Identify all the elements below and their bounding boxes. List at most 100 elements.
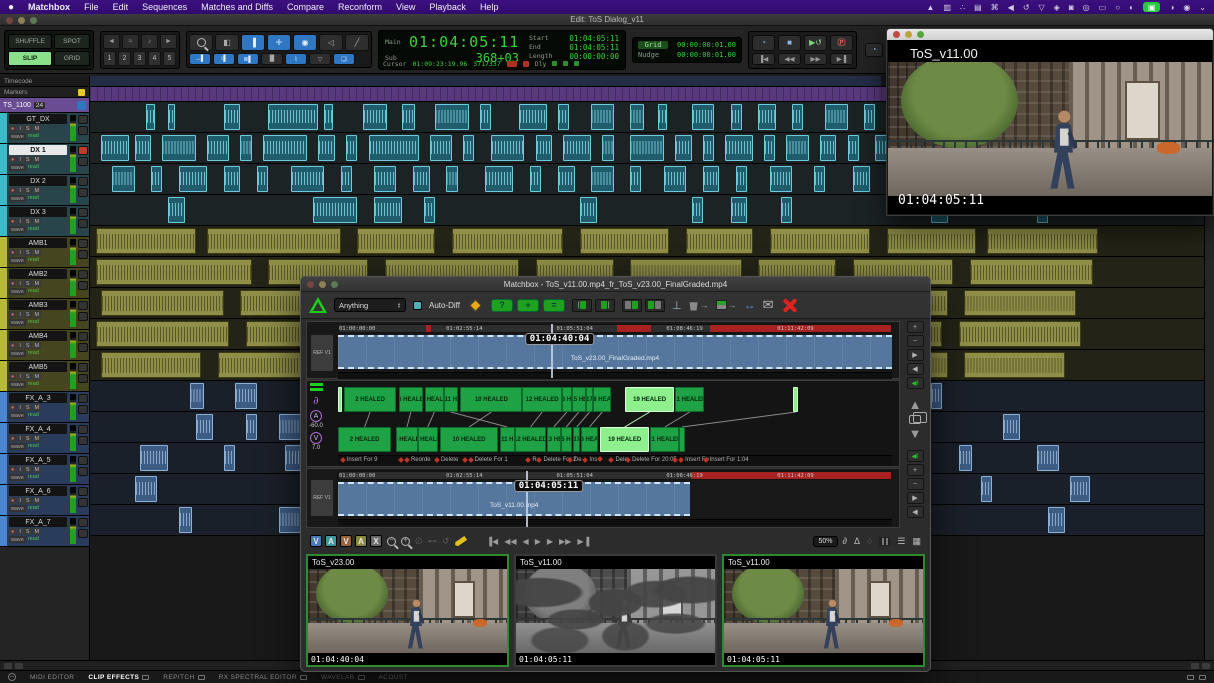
audio-clip[interactable] xyxy=(692,104,714,130)
audio-clip[interactable] xyxy=(430,135,452,161)
mute-button[interactable]: M xyxy=(33,435,42,442)
rewind-button[interactable]: ◀◀ xyxy=(778,53,801,65)
tools-crossed-icon[interactable] xyxy=(780,298,798,312)
diff-marker[interactable]: De xyxy=(568,457,582,463)
comparison-thumbnail-3[interactable]: ToS_v11.0001:04:05:11 xyxy=(722,554,925,667)
audio-clip[interactable] xyxy=(346,135,357,161)
dock-item-acoust[interactable]: ACOUST xyxy=(379,674,409,681)
input-monitor-button[interactable]: I xyxy=(17,249,23,256)
track-view-selector[interactable]: wave xyxy=(9,381,26,388)
audio-clip[interactable] xyxy=(814,166,825,192)
audio-clip[interactable] xyxy=(101,135,129,161)
audio-clip[interactable] xyxy=(703,135,714,161)
audio-clip[interactable] xyxy=(602,135,613,161)
audio-clip[interactable] xyxy=(770,228,870,254)
audio-clip[interactable] xyxy=(959,445,972,471)
healed-block[interactable]: 17 xyxy=(573,427,580,452)
healed-block[interactable]: 19 HEALED xyxy=(625,387,674,412)
menu-item-view[interactable]: View xyxy=(396,2,415,12)
zoom-icon[interactable] xyxy=(331,281,338,288)
window-icon[interactable] xyxy=(1187,675,1194,680)
play-wip-button[interactable]: ▶ xyxy=(907,492,924,504)
audio-clip[interactable] xyxy=(224,104,241,130)
solo-button[interactable]: S xyxy=(24,373,32,380)
healed-block[interactable]: 11 H xyxy=(444,387,458,412)
push-up-icon[interactable]: ▲ xyxy=(909,399,922,411)
zoom-out-button[interactable]: − xyxy=(907,335,924,347)
solo-button[interactable]: S xyxy=(24,435,32,442)
nudge-label[interactable]: Nudge xyxy=(638,51,668,59)
prev-frame-button[interactable]: ◀ xyxy=(523,537,529,546)
track-view-selector[interactable]: wave xyxy=(9,164,26,171)
waveform-zoom-icon[interactable]: ≈ xyxy=(122,34,139,49)
track-header-fx-a-3[interactable]: FX_A_3●ISMwaveread xyxy=(0,392,89,423)
user-icon[interactable]: ◉ xyxy=(1183,3,1190,12)
input-monitor-button[interactable]: I xyxy=(17,404,23,411)
healed-block[interactable]: 19 HEALED xyxy=(600,427,649,452)
target-icon[interactable]: ◎ xyxy=(1083,3,1090,12)
audio-clip[interactable] xyxy=(1070,476,1090,502)
solo-button[interactable]: S xyxy=(24,497,32,504)
layout-view-icon[interactable]: ▦ xyxy=(912,536,921,547)
input-monitor-button[interactable]: I xyxy=(17,125,23,132)
audio-clip[interactable] xyxy=(792,104,803,130)
audio-clip[interactable] xyxy=(725,135,753,161)
audio-clip[interactable] xyxy=(853,166,870,192)
automation-mode[interactable]: read xyxy=(27,536,40,543)
video-viewport[interactable]: ToS_v11.00 01:04:05:11 xyxy=(888,40,1212,214)
selector-tool[interactable]: ▐ xyxy=(241,34,265,51)
automation-mode[interactable]: read xyxy=(27,288,40,295)
reverse-ref-button[interactable]: ◀ xyxy=(907,363,924,375)
dock-item-repitch[interactable]: REPITCH xyxy=(163,674,204,681)
healed-block[interactable] xyxy=(338,387,342,412)
automation-mode[interactable]: read xyxy=(27,319,40,326)
contrast-icon[interactable]: ◑ xyxy=(1169,3,1174,12)
audio-clip[interactable] xyxy=(485,166,513,192)
menu-item-playback[interactable]: Playback xyxy=(429,2,466,12)
audio-clip[interactable] xyxy=(257,166,268,192)
track-header-amb3[interactable]: AMB3●ISMwaveread xyxy=(0,299,89,330)
audio-clip[interactable] xyxy=(179,507,192,533)
wip-timeline-section[interactable]: REF V1 01:00:00:0001:02:55:1401:05:51:04… xyxy=(306,468,900,528)
audio-clip[interactable] xyxy=(970,259,1093,285)
export-up-icon[interactable]: ⊥ xyxy=(672,299,682,312)
record-enable-button[interactable]: ● xyxy=(9,466,16,473)
track-header-fx-a-6[interactable]: FX_A_6●ISMwaveread xyxy=(0,485,89,516)
track-view-selector[interactable]: wave xyxy=(9,536,26,543)
audio-clip[interactable] xyxy=(931,383,942,409)
audio-clip[interactable] xyxy=(207,228,341,254)
loop-play-button[interactable]: ▶↺ xyxy=(804,35,827,51)
zoom-out-button[interactable]: − xyxy=(907,478,924,490)
nudge-toggle-icon[interactable] xyxy=(15,663,23,669)
healed-block[interactable] xyxy=(679,427,685,452)
menu-item-file[interactable]: File xyxy=(84,2,99,12)
audio-clip[interactable] xyxy=(179,166,207,192)
delta-icon[interactable]: ∂ xyxy=(313,394,319,407)
audio-clip[interactable] xyxy=(686,228,753,254)
track-lane-amb1[interactable] xyxy=(90,226,1204,257)
zoom-preset-2[interactable]: 2 xyxy=(118,51,131,66)
minimize-icon[interactable] xyxy=(905,31,912,38)
stack-apply-button[interactable]: → xyxy=(716,300,737,310)
mode-chip-v2[interactable]: V xyxy=(340,535,352,547)
audio-clip[interactable] xyxy=(168,197,185,223)
goto-start-button[interactable]: ▐◀ xyxy=(486,537,498,546)
marker-flag-icon[interactable] xyxy=(78,89,85,96)
track-view-selector[interactable]: wave xyxy=(9,443,26,450)
match-query-button[interactable]: ? xyxy=(491,299,513,312)
menu-item-reconform[interactable]: Reconform xyxy=(338,2,382,12)
match-filter-dropdown[interactable]: Anything▲▼ xyxy=(334,298,406,312)
audio-clip[interactable] xyxy=(630,166,641,192)
prev-fast-button[interactable]: ◀◀ xyxy=(504,537,516,546)
mute-button[interactable]: M xyxy=(33,187,42,194)
track-header-dx-3[interactable]: DX 3●ISMwaveread xyxy=(0,206,89,237)
stats-icon[interactable]: ▲ xyxy=(927,3,935,12)
audio-clip[interactable] xyxy=(452,228,563,254)
track-view-selector[interactable]: wave xyxy=(9,288,26,295)
zoom-v-icon[interactable] xyxy=(1202,663,1210,669)
audio-clip[interactable] xyxy=(190,383,203,409)
automation-mode[interactable]: read xyxy=(27,195,40,202)
solo-button[interactable]: S xyxy=(24,342,32,349)
input-monitor-button[interactable]: I xyxy=(17,435,23,442)
tab-transient-button[interactable]: →▌ xyxy=(189,53,211,65)
